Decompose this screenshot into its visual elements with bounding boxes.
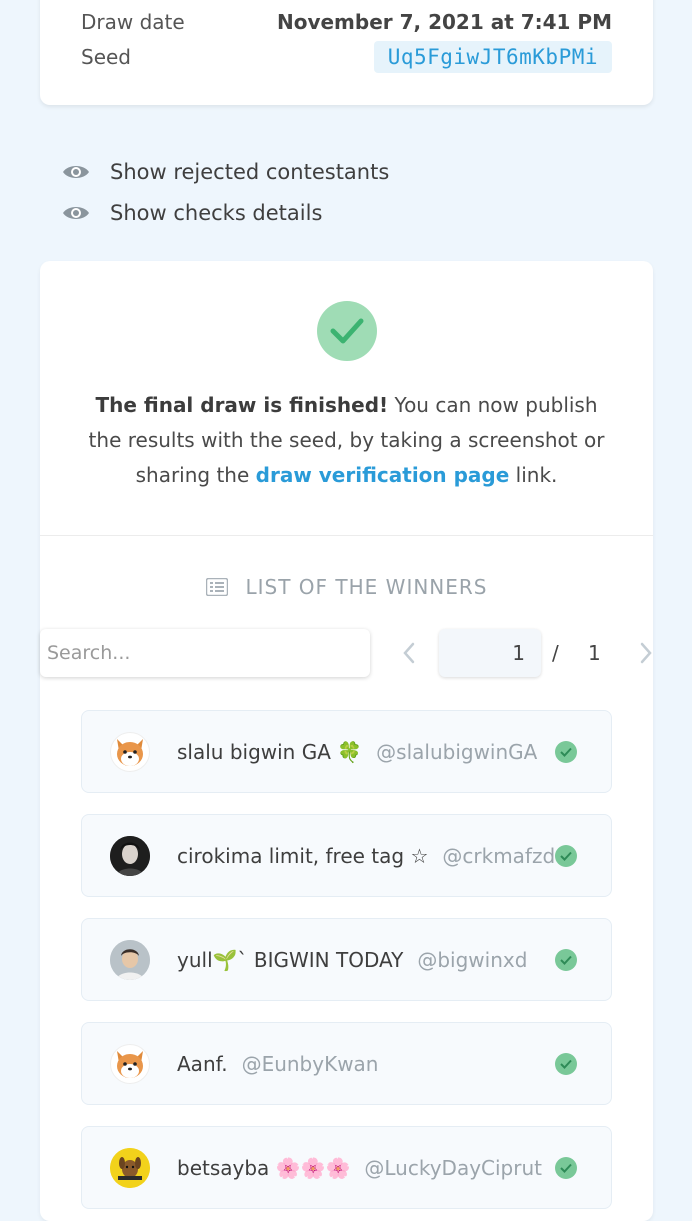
avatar: [110, 1043, 150, 1084]
winners-heading: LIST OF THE WINNERS: [40, 575, 653, 599]
winner-name: betsayba 🌸🌸🌸: [177, 1155, 351, 1180]
draw-date-row: Draw date November 7, 2021 at 7:41 PM: [81, 7, 612, 37]
draw-info-card: Draw date November 7, 2021 at 7:41 PM Se…: [40, 0, 653, 105]
winner-name: slalu bigwin GA 🍀: [177, 739, 363, 764]
divider: [40, 535, 653, 536]
draw-date-label: Draw date: [81, 10, 185, 34]
page-total: 1: [588, 641, 601, 665]
winner-row[interactable]: yull🌱` BIGWIN TODAY @bigwinxd: [81, 918, 612, 1001]
page-separator: /: [552, 641, 559, 665]
winner-handle[interactable]: @EunbyKwan: [242, 1052, 379, 1076]
eye-icon: [63, 166, 89, 178]
success-check-icon: [317, 301, 377, 361]
draw-date-value: November 7, 2021 at 7:41 PM: [276, 10, 612, 34]
avatar: [110, 939, 150, 980]
eye-icon: [63, 207, 89, 219]
winner-handle[interactable]: @LuckyDayCiprut: [364, 1156, 542, 1180]
show-checks-label: Show checks details: [110, 201, 323, 225]
winners-title: LIST OF THE WINNERS: [245, 575, 488, 599]
seed-row: Seed Uq5FgiwJT6mKbPMi: [81, 41, 612, 73]
show-rejected-toggle[interactable]: Show rejected contestants: [62, 157, 389, 187]
chevron-left-icon[interactable]: [400, 641, 418, 665]
show-checks-toggle[interactable]: Show checks details: [62, 198, 322, 228]
list-icon: [205, 578, 228, 596]
draw-verification-link[interactable]: draw verification page: [256, 463, 510, 487]
seed-value[interactable]: Uq5FgiwJT6mKbPMi: [373, 41, 612, 73]
winner-name: Aanf.: [177, 1051, 228, 1076]
search-input[interactable]: [40, 629, 370, 677]
winner-handle[interactable]: @crkmafzd: [442, 844, 555, 868]
winner-row[interactable]: slalu bigwin GA 🍀 @slalubigwinGA: [81, 710, 612, 793]
check-icon: [555, 741, 577, 763]
message-text-2: link.: [509, 463, 558, 487]
check-icon: [555, 1053, 577, 1075]
winner-row[interactable]: cirokima limit, free tag ☆ @crkmafzd: [81, 814, 612, 897]
winner-handle[interactable]: @bigwinxd: [417, 948, 527, 972]
results-card: The final draw is finished! You can now …: [40, 261, 653, 1221]
draw-finished-heading: The final draw is finished!: [95, 393, 389, 417]
avatar: [110, 835, 150, 876]
chevron-right-icon[interactable]: [637, 641, 655, 665]
draw-finished-message: The final draw is finished! You can now …: [80, 388, 613, 493]
winner-row[interactable]: Aanf. @EunbyKwan: [81, 1022, 612, 1105]
avatar: [110, 731, 150, 772]
winner-name: cirokima limit, free tag ☆: [177, 843, 429, 868]
winner-row[interactable]: betsayba 🌸🌸🌸 @LuckyDayCiprut: [81, 1126, 612, 1209]
winner-name: yull🌱` BIGWIN TODAY: [177, 947, 404, 972]
seed-label: Seed: [81, 45, 131, 69]
winner-handle[interactable]: @slalubigwinGA: [376, 740, 537, 764]
page-number-input[interactable]: 1: [439, 629, 541, 677]
show-rejected-label: Show rejected contestants: [110, 160, 390, 184]
check-icon: [555, 1157, 577, 1179]
check-icon: [555, 845, 577, 867]
avatar: [110, 1147, 150, 1188]
check-icon: [555, 949, 577, 971]
